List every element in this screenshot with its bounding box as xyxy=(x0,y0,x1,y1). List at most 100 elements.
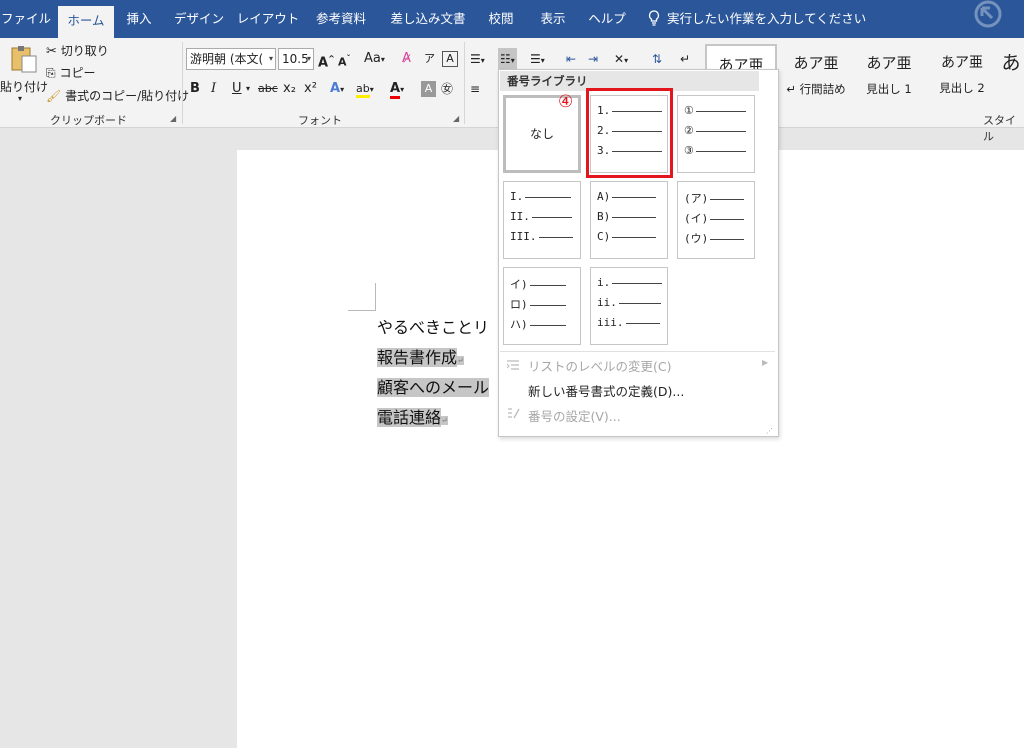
font-size-value: 10.5 xyxy=(282,52,309,66)
tell-me-box[interactable]: 実行したい作業を入力してください xyxy=(648,0,866,38)
separator xyxy=(182,42,183,124)
document-line[interactable]: 顧客へのメール xyxy=(377,374,490,401)
multilevel-list-button[interactable]: ☰▾ xyxy=(530,48,545,70)
numbering-format-alpha-upper[interactable]: A) B) C) xyxy=(590,181,668,259)
format-label: ③ xyxy=(684,144,694,157)
document-line[interactable]: 電話連絡↵ xyxy=(377,404,448,431)
copy-button[interactable]: ⎘ コピー xyxy=(46,64,95,81)
style-name: ↵ 行間詰め xyxy=(786,82,846,96)
highlight-color-button[interactable]: ab▾ xyxy=(356,78,374,100)
format-label: B) xyxy=(597,210,611,223)
decrease-indent-icon[interactable]: ⇤ xyxy=(566,48,576,70)
superscript-button[interactable]: x² xyxy=(304,78,317,100)
phonetic-guide-icon[interactable]: ア xyxy=(424,48,435,70)
font-name-box[interactable]: 游明朝 (本文( ▾ xyxy=(186,48,276,70)
paragraph-mark-icon: ↵ xyxy=(457,356,464,365)
tab-help[interactable]: ヘルプ xyxy=(582,0,632,38)
bullets-button[interactable]: ☰▾ xyxy=(470,48,485,70)
cut-button[interactable]: ✂ 切り取り xyxy=(46,42,109,59)
show-marks-icon[interactable]: ↵ xyxy=(680,48,690,70)
format-label: ハ) xyxy=(510,318,528,331)
define-new-format-item[interactable]: 新しい番号書式の定義(D)... xyxy=(528,381,684,400)
font-name-value: 游明朝 (本文( xyxy=(190,52,264,66)
character-border-icon[interactable]: A xyxy=(442,51,458,67)
paste-icon xyxy=(11,46,37,73)
shrink-font-button[interactable]: Aˇ xyxy=(338,48,351,70)
underline-button[interactable]: U xyxy=(232,78,242,100)
chevron-down-icon[interactable]: ▾ xyxy=(307,49,311,69)
resize-grip-icon[interactable]: ⋰ xyxy=(766,427,773,435)
text-effects-icon[interactable]: A▾ xyxy=(330,78,344,100)
tab-insert[interactable]: 挿入 xyxy=(116,0,162,38)
format-label: iii. xyxy=(597,316,624,329)
format-label: II. xyxy=(510,210,530,223)
numbering-format-iroha[interactable]: イ) ロ) ハ) xyxy=(503,267,581,345)
format-label: ① xyxy=(684,104,694,117)
style-heading-2[interactable]: あア亜 見出し 2 xyxy=(926,44,998,104)
numbering-format-roman-upper[interactable]: I. II. III. xyxy=(503,181,581,259)
tab-design[interactable]: デザイン xyxy=(168,0,230,38)
numbering-format-roman-lower[interactable]: i. ii. iii. xyxy=(590,267,668,345)
style-heading-1[interactable]: あア亜 見出し 1 xyxy=(853,44,925,104)
tab-home[interactable]: ホーム xyxy=(58,6,114,38)
numbering-button[interactable]: ☷▾ xyxy=(498,48,517,70)
copy-label: コピー xyxy=(59,66,96,80)
asian-layout-icon[interactable]: ✕▾ xyxy=(614,48,628,70)
chevron-down-icon[interactable]: ▾ xyxy=(269,49,273,69)
grow-font-button[interactable]: A^ xyxy=(318,48,335,70)
change-case-button[interactable]: Aa▾ xyxy=(364,48,385,70)
style-name: 見出し 2 xyxy=(939,81,985,95)
format-label: (イ) xyxy=(684,212,709,225)
paste-dropdown-icon[interactable]: ▾ xyxy=(18,94,22,103)
style-title[interactable]: あ xyxy=(998,44,1024,104)
numbering-format-katakana[interactable]: (ア) (イ) (ウ) xyxy=(677,181,755,259)
clipboard-dialog-launcher-icon[interactable]: ◢ xyxy=(170,114,176,123)
enclose-characters-icon[interactable]: ㊛ xyxy=(441,78,453,100)
tab-layout[interactable]: レイアウト xyxy=(234,0,302,38)
line-text: 報告書作成 xyxy=(377,348,458,367)
underline-dropdown-icon[interactable]: ▾ xyxy=(246,78,250,100)
set-numbering-value-icon xyxy=(508,408,520,419)
share-logo-icon xyxy=(974,0,1002,28)
tab-view[interactable]: 表示 xyxy=(530,0,576,38)
line-text: やるべきことリ xyxy=(377,318,490,337)
align-left-icon[interactable]: ≡ xyxy=(470,78,480,100)
menu-divider xyxy=(500,351,775,352)
font-dialog-launcher-icon[interactable]: ◢ xyxy=(453,114,459,123)
cut-label: 切り取り xyxy=(60,44,109,58)
sort-icon[interactable]: ⇅ xyxy=(652,48,662,70)
subscript-button[interactable]: x₂ xyxy=(283,78,296,100)
ribbon-tab-bar: ファイル ホーム 挿入 デザイン レイアウト 参考資料 差し込み文書 校閲 表示… xyxy=(0,0,1024,38)
separator xyxy=(464,42,465,124)
increase-indent-icon[interactable]: ⇥ xyxy=(588,48,598,70)
style-no-spacing[interactable]: あア亜 ↵ 行間詰め xyxy=(780,44,852,104)
tab-references[interactable]: 参考資料 xyxy=(308,0,374,38)
format-label: ii. xyxy=(597,296,617,309)
change-case-label: Aa xyxy=(364,51,381,66)
line-text: 顧客へのメール xyxy=(377,378,490,397)
clear-formatting-icon[interactable]: A̷ xyxy=(402,48,411,70)
style-preview: あア亜 xyxy=(866,54,912,72)
change-list-level-item[interactable]: リストのレベルの変更(C) xyxy=(528,356,671,375)
format-painter-label: 書式のコピー/貼り付け xyxy=(65,89,190,103)
format-label: III. xyxy=(510,230,537,243)
set-numbering-value-item[interactable]: 番号の設定(V)... xyxy=(528,406,621,425)
tell-me-text: 実行したい作業を入力してください xyxy=(666,11,867,26)
bold-button[interactable]: B xyxy=(190,78,200,100)
numbering-format-circled[interactable]: ① ② ③ xyxy=(677,95,755,173)
tab-file[interactable]: ファイル xyxy=(0,0,52,38)
font-color-button[interactable]: A▾ xyxy=(390,78,404,100)
list-level-icon xyxy=(506,360,519,370)
tab-review[interactable]: 校閲 xyxy=(478,0,524,38)
font-size-box[interactable]: 10.5 ▾ xyxy=(278,48,314,70)
document-line[interactable]: 報告書作成↵ xyxy=(377,344,464,371)
line-text: 電話連絡 xyxy=(377,408,442,427)
character-shading-icon[interactable]: A xyxy=(421,81,436,97)
italic-button[interactable]: I xyxy=(211,78,216,100)
format-painter-button[interactable]: 🖌 書式のコピー/貼り付け xyxy=(46,87,189,104)
paste-button[interactable]: 貼り付け ▾ xyxy=(0,42,48,104)
strikethrough-button[interactable]: abc xyxy=(258,78,278,100)
document-line[interactable]: やるべきことリ xyxy=(377,314,489,341)
style-preview: あア亜 xyxy=(793,54,839,72)
tab-mailings[interactable]: 差し込み文書 xyxy=(382,0,474,38)
